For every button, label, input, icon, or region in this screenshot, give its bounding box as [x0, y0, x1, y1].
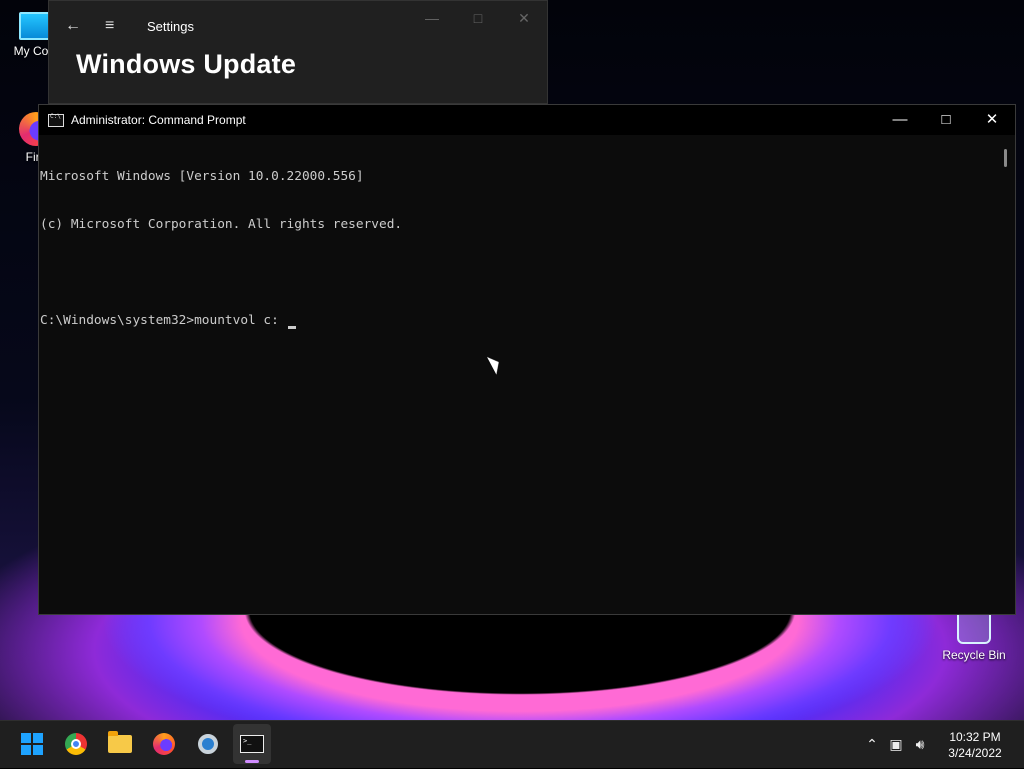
clock[interactable]: 10:32 PM 3/24/2022 [940, 729, 1010, 761]
system-tray: ⌃ ▣ 🔊︎ 10:32 PM 3/24/2022 [860, 721, 1010, 769]
taskbar-command-prompt-button[interactable] [233, 724, 271, 764]
taskbar-firefox-button[interactable] [145, 724, 183, 764]
page-title: Windows Update [76, 49, 297, 79]
console-output[interactable]: Microsoft Windows [Version 10.0.22000.55… [39, 137, 1001, 614]
close-button[interactable]: ✕ [969, 105, 1015, 135]
taskbar: ⌃ ▣ 🔊︎ 10:32 PM 3/24/2022 [0, 720, 1024, 768]
chrome-icon [65, 733, 87, 755]
back-arrow-icon[interactable]: ← [65, 17, 85, 35]
vertical-scrollbar[interactable] [1004, 149, 1007, 167]
hamburger-menu-icon[interactable]: ≡ [105, 17, 125, 35]
settings-app-title: Settings [147, 18, 194, 34]
chevron-up-icon[interactable]: ⌃ [860, 737, 884, 753]
folder-icon [108, 731, 132, 753]
desktop-background: My Com Fire Recycle Bin ← ≡ Settings — □… [0, 0, 1024, 720]
minimize-button[interactable]: — [877, 105, 923, 135]
taskbar-chrome-button[interactable] [57, 724, 95, 764]
command-prompt-window[interactable]: Administrator: Command Prompt — □ ✕ Micr… [38, 104, 1016, 615]
taskbar-settings-button[interactable] [189, 724, 227, 764]
windows-logo-icon [21, 733, 43, 755]
maximize-button[interactable]: □ [455, 2, 501, 34]
desktop-icon-recycle-bin[interactable]: Recycle Bin [938, 610, 1010, 662]
speaker-icon[interactable]: 🔊︎ [908, 737, 932, 753]
start-button[interactable] [13, 724, 51, 764]
terminal-icon [240, 735, 264, 753]
window-title: Administrator: Command Prompt [71, 113, 246, 127]
maximize-button[interactable]: □ [923, 105, 969, 135]
window-title-bar[interactable]: Administrator: Command Prompt — □ ✕ [39, 105, 1015, 135]
clock-time: 10:32 PM [949, 730, 1001, 744]
text-cursor [287, 326, 296, 329]
console-input-line[interactable]: C:\Windows\system32>mountvol c: [40, 313, 1001, 329]
console-command-text: C:\Windows\system32>mountvol c: [40, 313, 287, 328]
command-prompt-icon [48, 113, 64, 127]
console-line: (c) Microsoft Corporation. All rights re… [40, 217, 403, 232]
taskbar-file-explorer-button[interactable] [101, 724, 139, 764]
clock-date: 3/24/2022 [948, 746, 1002, 760]
desktop-icon-label: Recycle Bin [942, 648, 1006, 662]
close-button[interactable]: ✕ [501, 2, 547, 34]
gear-icon [198, 734, 218, 754]
firefox-icon [153, 733, 175, 755]
console-line: Microsoft Windows [Version 10.0.22000.55… [40, 169, 364, 184]
network-icon[interactable]: ▣ [884, 737, 908, 753]
settings-window[interactable]: ← ≡ Settings — □ ✕ Windows Update [48, 0, 548, 104]
recycle-bin-icon [957, 610, 991, 644]
minimize-button[interactable]: — [409, 2, 455, 34]
